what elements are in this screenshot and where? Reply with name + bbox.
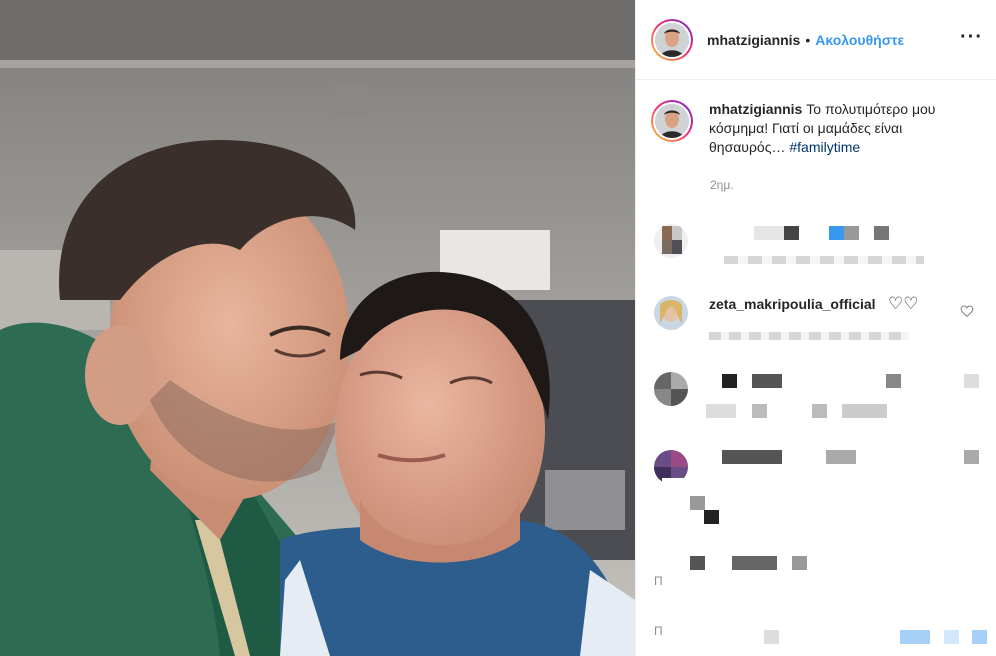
obscured-text bbox=[732, 556, 777, 570]
comment-avatar-image bbox=[654, 224, 688, 258]
obscured-text bbox=[844, 226, 859, 240]
obscured-text bbox=[754, 226, 784, 240]
obscured-text bbox=[690, 556, 705, 570]
obscured-text bbox=[964, 450, 979, 464]
partial-text: Π bbox=[654, 624, 663, 638]
obscured-region bbox=[662, 478, 996, 656]
obscured-meta bbox=[709, 332, 909, 340]
obscured-text bbox=[690, 496, 705, 510]
comment-item bbox=[654, 224, 984, 272]
caption-hashtag[interactable]: #familytime bbox=[789, 139, 860, 155]
heart-icon[interactable] bbox=[960, 304, 974, 318]
comment-item: zeta_makripoulia_official ♡♡ bbox=[654, 294, 984, 346]
obscured-text bbox=[764, 630, 779, 644]
caption-avatar[interactable] bbox=[651, 100, 693, 142]
comment-avatar[interactable] bbox=[654, 372, 688, 406]
obscured-text bbox=[874, 226, 889, 240]
obscured-text bbox=[900, 630, 930, 644]
comment-avatar-image bbox=[654, 296, 688, 330]
separator-dot: • bbox=[805, 31, 811, 48]
comment-item bbox=[654, 372, 984, 422]
post-side-panel: mhatzigiannis • Ακολουθήστε ··· mhatzigi… bbox=[635, 0, 996, 656]
comment-text: ♡♡ bbox=[888, 294, 919, 313]
author-username[interactable]: mhatzigiannis bbox=[707, 32, 800, 48]
comment-avatar[interactable] bbox=[654, 224, 688, 258]
obscured-text bbox=[792, 556, 807, 570]
author-avatar-image bbox=[655, 22, 689, 57]
follow-button[interactable]: Ακολουθήστε bbox=[815, 32, 904, 48]
obscured-text bbox=[784, 226, 799, 240]
comment-username[interactable]: zeta_makripoulia_official bbox=[709, 296, 876, 312]
obscured-text bbox=[842, 404, 887, 418]
obscured-text bbox=[752, 374, 782, 388]
obscured-text bbox=[752, 404, 767, 418]
caption-text: mhatzigiannis Το πολυτιμότερο μου κόσμημ… bbox=[709, 100, 969, 157]
author-avatar[interactable] bbox=[651, 18, 693, 61]
post-header: mhatzigiannis • Ακολουθήστε ··· bbox=[636, 0, 996, 80]
post-photo[interactable] bbox=[0, 0, 635, 656]
obscured-text bbox=[826, 450, 856, 464]
obscured-text bbox=[886, 374, 901, 388]
obscured-text bbox=[722, 374, 737, 388]
obscured-text bbox=[706, 404, 736, 418]
comment-avatar-image bbox=[654, 372, 688, 406]
obscured-text bbox=[812, 404, 827, 418]
obscured-text bbox=[972, 630, 987, 644]
obscured-text bbox=[722, 450, 782, 464]
caption-avatar-image bbox=[655, 104, 689, 138]
caption-timestamp[interactable]: 2ημ. bbox=[710, 178, 734, 192]
comment-avatar[interactable] bbox=[654, 296, 688, 330]
obscured-text bbox=[829, 226, 844, 240]
obscured-text bbox=[704, 510, 719, 524]
more-options-icon[interactable]: ··· bbox=[960, 27, 983, 47]
post-caption: mhatzigiannis Το πολυτιμότερο μου κόσμημ… bbox=[651, 100, 986, 157]
obscured-meta bbox=[724, 256, 924, 264]
post-image bbox=[0, 0, 635, 656]
obscured-text bbox=[944, 630, 959, 644]
caption-username[interactable]: mhatzigiannis bbox=[709, 101, 802, 117]
obscured-text bbox=[964, 374, 979, 388]
partial-text: Π bbox=[654, 574, 663, 588]
